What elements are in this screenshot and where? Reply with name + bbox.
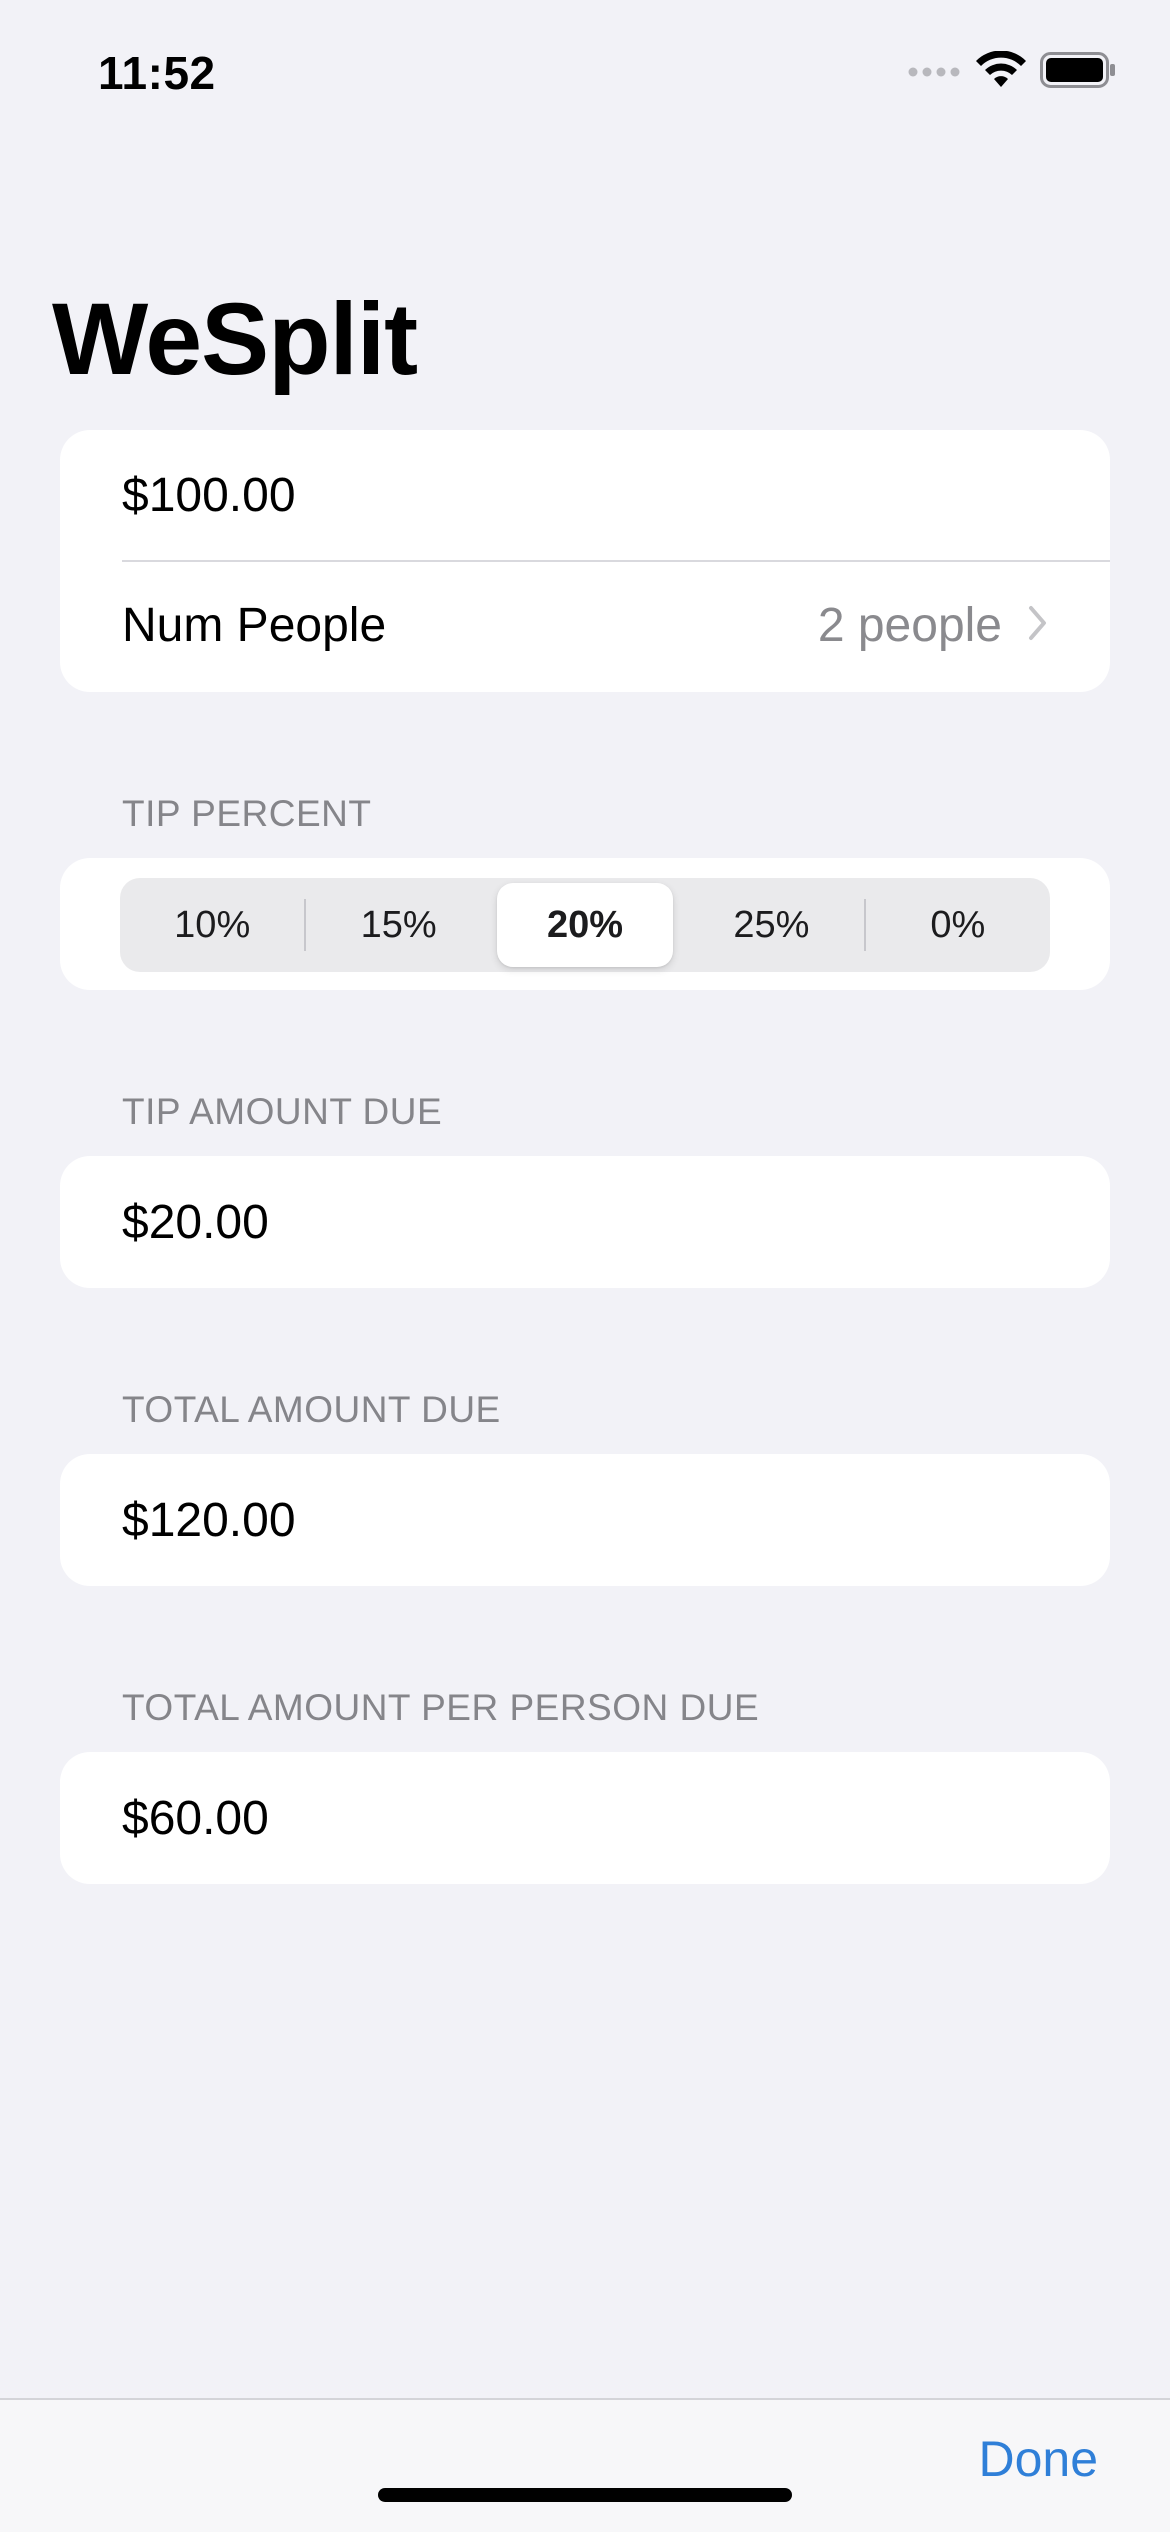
status-bar: 11:52 <box>0 0 1170 140</box>
tip-amount-card: $20.00 <box>60 1156 1110 1288</box>
num-people-picker[interactable]: Num People 2 people <box>60 560 1110 690</box>
tip-option-15[interactable]: 15% <box>310 883 486 967</box>
per-person-card: $60.00 <box>60 1752 1110 1884</box>
total-amount-card: $120.00 <box>60 1454 1110 1586</box>
per-person-value: $60.00 <box>122 1791 269 1845</box>
status-time: 11:52 <box>98 47 216 99</box>
cellular-signal-icon <box>908 63 962 82</box>
num-people-value: 2 people <box>817 598 1002 652</box>
battery-icon <box>1040 51 1116 93</box>
tip-option-10[interactable]: 10% <box>124 883 300 967</box>
total-amount-row: $120.00 <box>60 1454 1110 1586</box>
tip-segmented-control[interactable]: 10% 15% 20% 25% 0% <box>120 878 1050 972</box>
tip-percent-header: TIP PERCENT <box>122 793 372 834</box>
segment-separator <box>491 899 493 951</box>
chevron-right-icon <box>1028 598 1048 653</box>
status-icons <box>908 49 1116 94</box>
segment-separator <box>863 899 866 951</box>
amount-field[interactable]: $100.00 <box>60 430 1110 560</box>
total-amount-header: TOTAL AMOUNT DUE <box>122 1389 501 1430</box>
per-person-row: $60.00 <box>60 1752 1110 1884</box>
keyboard-toolbar: Done <box>0 2398 1170 2532</box>
tip-amount-header: TIP AMOUNT DUE <box>122 1091 443 1132</box>
tip-amount-row: $20.00 <box>60 1156 1110 1288</box>
tip-option-0[interactable]: 0% <box>870 883 1046 967</box>
home-indicator[interactable] <box>378 2488 792 2502</box>
total-amount-value: $120.00 <box>122 1493 296 1547</box>
tip-option-25[interactable]: 25% <box>683 883 859 967</box>
num-people-value-group[interactable]: 2 people <box>818 598 1048 653</box>
segment-separator <box>304 899 307 951</box>
done-button[interactable]: Done <box>978 2430 1098 2488</box>
page-title: WeSplit <box>52 282 418 396</box>
row-divider <box>122 560 1110 562</box>
per-person-header: TOTAL AMOUNT PER PERSON DUE <box>122 1687 760 1728</box>
input-card: $100.00 Num People 2 people <box>60 430 1110 692</box>
segment-separator <box>677 899 679 951</box>
num-people-label: Num People <box>122 598 387 652</box>
tip-amount-value: $20.00 <box>122 1195 269 1249</box>
tip-percent-card: 10% 15% 20% 25% 0% <box>60 858 1110 990</box>
wifi-icon <box>976 49 1026 94</box>
tip-option-20[interactable]: 20% <box>496 883 674 967</box>
amount-value[interactable]: $100.00 <box>122 468 296 523</box>
